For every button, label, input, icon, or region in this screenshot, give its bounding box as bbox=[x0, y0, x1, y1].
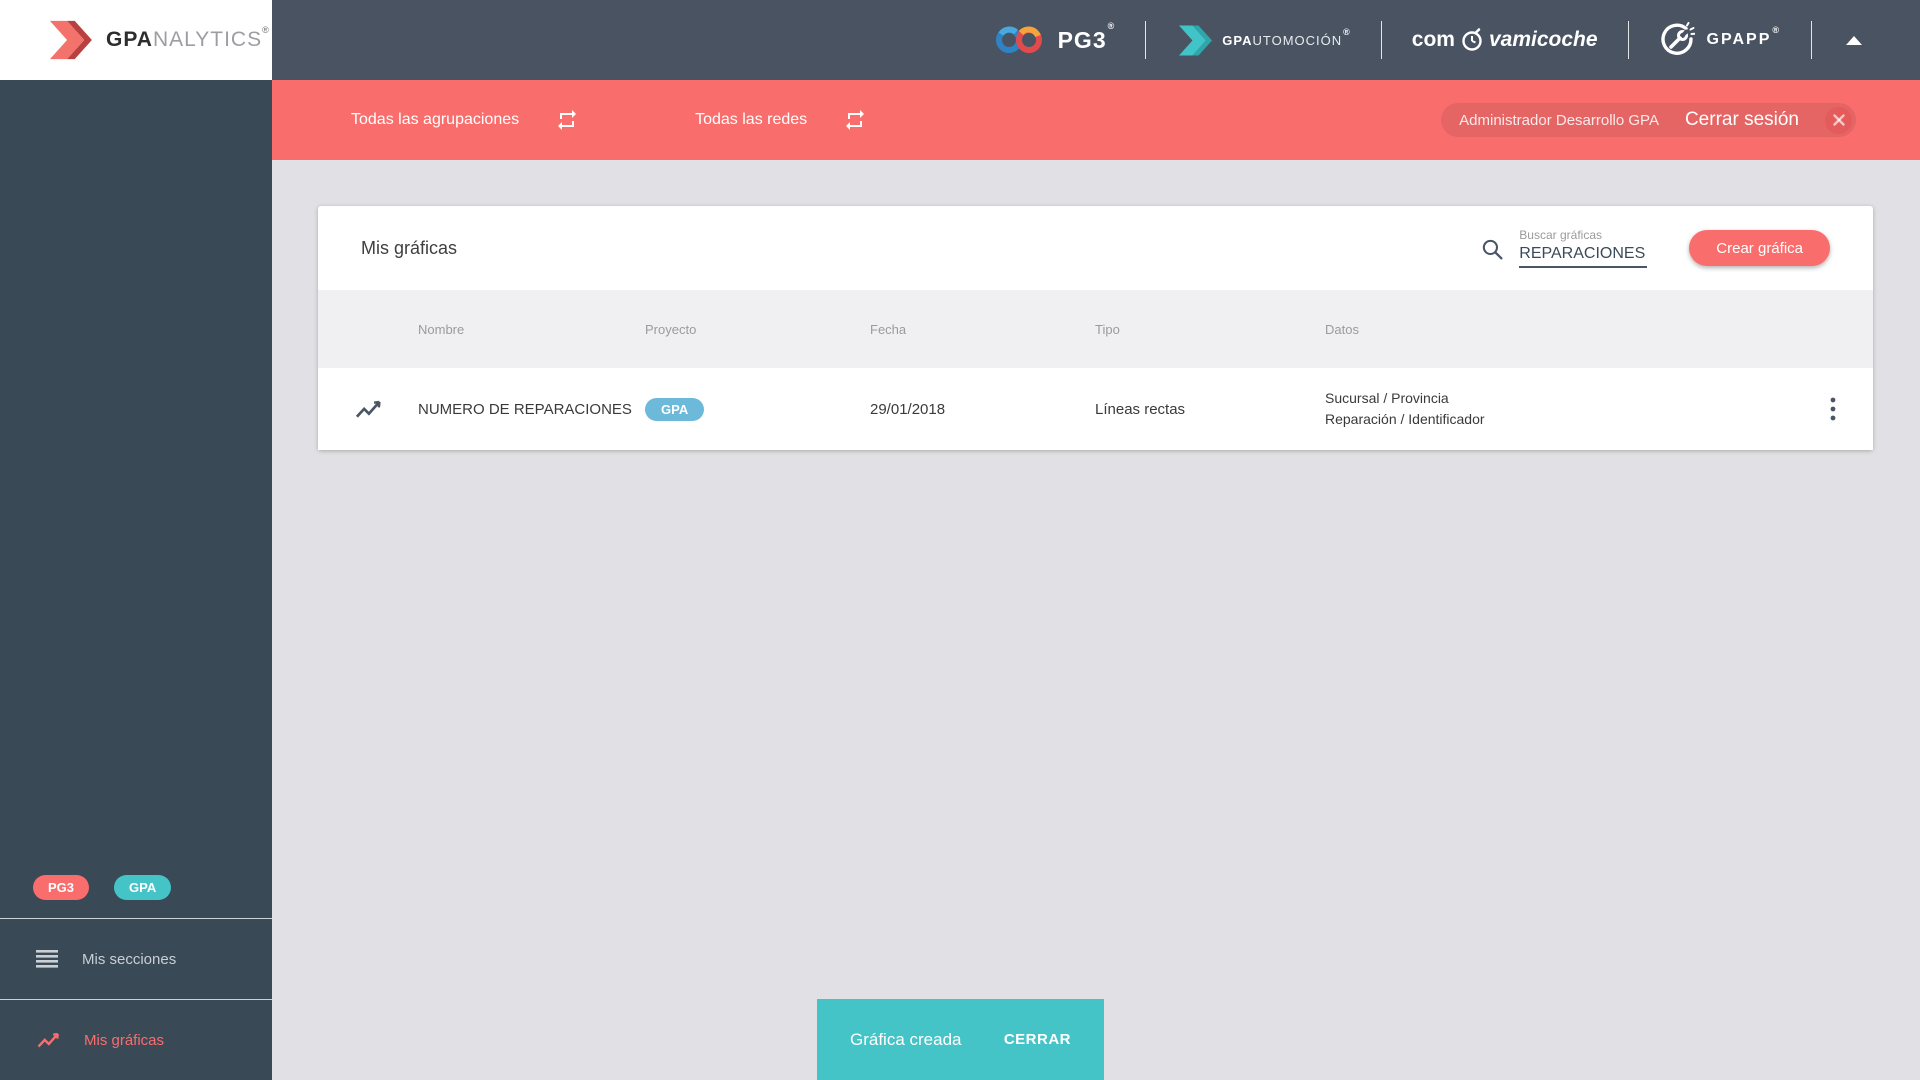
snackbar: Gráfica creada CERRAR bbox=[817, 999, 1104, 1080]
user-name: Administrador Desarrollo GPA bbox=[1459, 111, 1659, 129]
main-content: Mis gráficas Buscar gráficas Crear gráfi… bbox=[272, 160, 1920, 1080]
search-group: Buscar gráficas bbox=[1480, 228, 1648, 268]
row-line-chart-icon bbox=[354, 395, 382, 423]
gpa-arrow-icon bbox=[46, 19, 92, 61]
filter-bar: Todas las agrupaciones Todas las redes A… bbox=[272, 80, 1920, 160]
column-header-tipo: Tipo bbox=[1095, 321, 1120, 337]
row-name: NUMERO DE REPARACIONES bbox=[418, 400, 632, 418]
header-divider bbox=[1145, 21, 1147, 59]
brand-gpautomocion[interactable]: GPAUTOMOCIÓN® bbox=[1176, 24, 1351, 57]
badge-pg3[interactable]: PG3 bbox=[33, 874, 90, 900]
row-menu-kebab-icon[interactable] bbox=[1824, 391, 1842, 427]
sidebar-item-label: Mis gráficas bbox=[84, 1031, 165, 1049]
table-header: Nombre Proyecto Fecha Tipo Datos bbox=[318, 290, 1873, 368]
comprovamicoche-wordmark: com vamicoche bbox=[1411, 27, 1598, 53]
brand-gpaapp[interactable]: GPAPP® bbox=[1659, 22, 1781, 58]
brand-pg3[interactable]: PG3® bbox=[994, 20, 1116, 56]
snackbar-close-button[interactable]: CERRAR bbox=[1004, 1031, 1071, 1048]
up-triangle-icon bbox=[1846, 35, 1862, 45]
column-header-proyecto: Proyecto bbox=[645, 321, 697, 337]
swap-icon[interactable] bbox=[555, 108, 579, 132]
page-title: Mis gráficas bbox=[361, 237, 458, 258]
networks-label: Todas las redes bbox=[695, 111, 808, 128]
create-chart-button[interactable]: Crear gráfica bbox=[1689, 230, 1830, 266]
gpaapp-wrench-icon bbox=[1659, 22, 1695, 58]
user-session-pill: Administrador Desarrollo GPA Cerrar sesi… bbox=[1441, 103, 1856, 137]
header-divider bbox=[1380, 21, 1382, 59]
logout-close-icon[interactable] bbox=[1825, 106, 1852, 134]
column-header-fecha: Fecha bbox=[870, 321, 907, 337]
sidebar-item-mis-graficas[interactable]: Mis gráficas bbox=[0, 1000, 272, 1080]
row-date: 29/01/2018 bbox=[870, 400, 946, 418]
swap-icon[interactable] bbox=[843, 108, 867, 132]
search-input[interactable] bbox=[1519, 243, 1648, 268]
search-field: Buscar gráficas bbox=[1519, 228, 1648, 268]
header-divider bbox=[1627, 21, 1629, 59]
app-badges: PG3 GPA bbox=[0, 856, 272, 918]
brand-comprovamicoche[interactable]: com vamicoche bbox=[1412, 27, 1598, 53]
sidebar: GPANALYTICS® PG3 GPA Mis secciones Mis g… bbox=[0, 0, 272, 1080]
menu-icon bbox=[36, 950, 58, 968]
pg3-infinity-icon bbox=[994, 24, 1046, 56]
search-label: Buscar gráficas bbox=[1519, 228, 1602, 242]
badge-gpa[interactable]: GPA bbox=[114, 874, 172, 900]
groupings-label: Todas las agrupaciones bbox=[351, 111, 520, 128]
sidebar-bottom: PG3 GPA Mis secciones Mis gráficas bbox=[0, 856, 272, 1080]
pg3-wordmark: PG3® bbox=[1057, 20, 1116, 53]
column-header-datos: Datos bbox=[1325, 321, 1359, 337]
column-header-nombre: Nombre bbox=[418, 321, 465, 337]
gpaapp-wordmark: GPAPP® bbox=[1706, 25, 1781, 48]
search-icon[interactable] bbox=[1480, 237, 1505, 268]
groupings-selector[interactable]: Todas las agrupaciones bbox=[351, 108, 579, 132]
sidebar-item-label: Mis secciones bbox=[82, 950, 177, 968]
sidebar-item-mis-secciones[interactable]: Mis secciones bbox=[0, 919, 272, 999]
project-badge: GPA bbox=[645, 397, 705, 421]
collapse-header-button[interactable] bbox=[1846, 35, 1862, 45]
networks-selector[interactable]: Todas las redes bbox=[695, 108, 867, 132]
header-divider bbox=[1811, 21, 1812, 59]
table-row[interactable]: NUMERO DE REPARACIONES GPA 29/01/2018 Lí… bbox=[318, 368, 1873, 450]
snackbar-message: Gráfica creada bbox=[850, 1029, 962, 1049]
card-header: Mis gráficas Buscar gráficas Crear gráfi… bbox=[318, 206, 1873, 290]
gpa-analytics-wordmark: GPANALYTICS® bbox=[106, 25, 270, 51]
logout-button[interactable]: Cerrar sesión bbox=[1685, 109, 1799, 131]
row-data: Sucursal / Provincia Reparación / Identi… bbox=[1325, 390, 1485, 427]
gpautomocion-arrow-icon bbox=[1176, 24, 1213, 57]
top-header: PG3® GPAUTOMOCIÓN® com vamicoche GPAPP® bbox=[272, 0, 1920, 80]
line-chart-icon bbox=[36, 1028, 60, 1052]
row-type: Líneas rectas bbox=[1095, 400, 1186, 418]
gpa-analytics-logo[interactable]: GPANALYTICS® bbox=[0, 0, 272, 80]
gpautomocion-wordmark: GPAUTOMOCIÓN® bbox=[1222, 26, 1351, 48]
mis-graficas-card: Mis gráficas Buscar gráficas Crear gráfi… bbox=[318, 206, 1873, 450]
stopwatch-icon bbox=[1459, 27, 1485, 53]
